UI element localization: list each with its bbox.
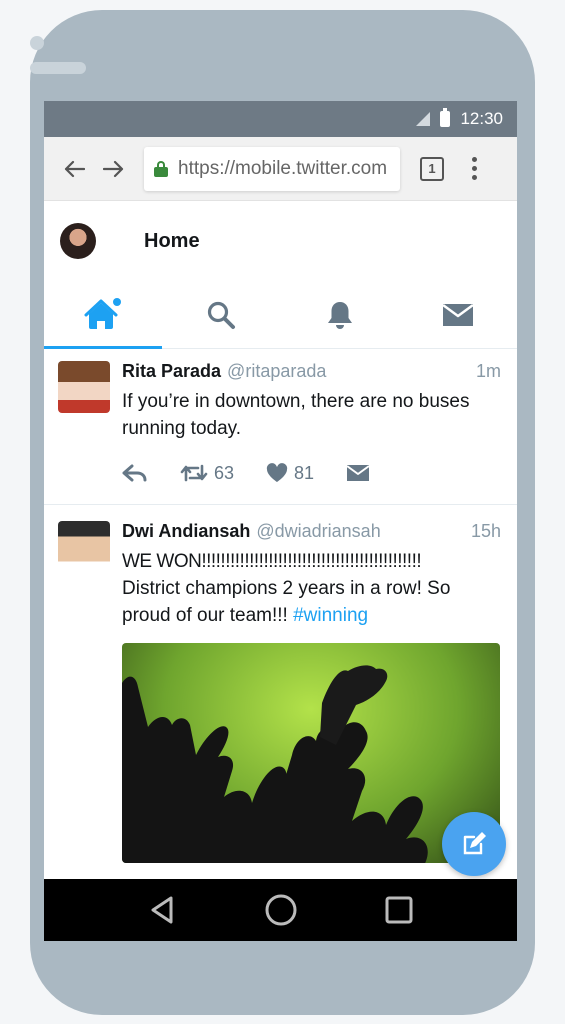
tweet-actions: 63 81 <box>122 442 501 504</box>
tab-bar <box>44 281 517 349</box>
tweet-body: Dwi Andiansah @dwiadriansah 15h WE WON!!… <box>122 521 501 863</box>
envelope-icon <box>346 465 370 481</box>
tweet-item[interactable]: Dwi Andiansah @dwiadriansah 15h WE WON!!… <box>44 505 517 863</box>
author-handle[interactable]: @dwiadriansah <box>256 521 380 542</box>
app-header: Home <box>44 201 517 281</box>
tweet-text: WE WON!!!!!!!!!!!!!!!!!!!!!!!!!!!!!!!!!!… <box>122 548 501 629</box>
like-count: 81 <box>294 462 315 483</box>
signal-icon <box>416 112 431 126</box>
tab-search[interactable] <box>162 281 280 348</box>
browser-toolbar: https://mobile.twitter.com 1 <box>44 137 517 201</box>
retweet-count: 63 <box>214 462 235 483</box>
retweet-icon <box>180 464 208 482</box>
tweet-text-line: WE WON!!!!!!!!!!!!!!!!!!!!!!!!!!!!!!!!!!… <box>122 551 422 572</box>
compose-icon <box>463 832 486 855</box>
crowd-silhouette-image <box>122 665 440 863</box>
tweet-time: 1m <box>475 361 501 381</box>
compose-tweet-button[interactable] <box>442 812 506 876</box>
page-title: Home <box>144 229 200 252</box>
avatar[interactable] <box>58 361 110 413</box>
author-handle[interactable]: @ritaparada <box>227 361 326 382</box>
lock-icon <box>154 160 168 177</box>
tweet-header: Rita Parada @ritaparada 1m <box>122 361 501 382</box>
back-triangle-icon[interactable] <box>147 894 179 926</box>
url-text: https://mobile.twitter.com <box>178 157 388 179</box>
avatar[interactable] <box>58 521 110 573</box>
back-button[interactable] <box>54 149 94 189</box>
bell-icon <box>327 301 352 329</box>
arrow-right-icon <box>103 160 124 177</box>
tweet-item[interactable]: Rita Parada @ritaparada 1m If you’re in … <box>44 349 517 505</box>
profile-avatar[interactable] <box>60 223 96 259</box>
heart-icon <box>266 463 288 482</box>
tweet-body: Rita Parada @ritaparada 1m If you’re in … <box>122 361 501 504</box>
reply-button[interactable] <box>122 463 148 483</box>
envelope-icon <box>442 303 474 326</box>
speaker-grille <box>30 62 86 74</box>
camera-dot <box>30 36 44 50</box>
phone-frame: 12:30 https://mobile.twitter.com 1 Home … <box>30 10 535 1015</box>
tweet-text: If you’re in downtown, there are no buse… <box>122 391 470 439</box>
tweet-media-image[interactable] <box>122 643 500 863</box>
arrow-left-icon <box>64 160 85 177</box>
more-menu-icon[interactable] <box>464 157 484 180</box>
author-name[interactable]: Dwi Andiansah <box>122 521 250 542</box>
like-button[interactable]: 81 <box>266 463 314 484</box>
tweet-header: Dwi Andiansah @dwiadriansah 15h <box>122 521 501 542</box>
status-bar: 12:30 <box>44 101 517 137</box>
tab-home[interactable] <box>44 281 163 349</box>
home-icon <box>84 297 122 329</box>
status-time: 12:30 <box>460 109 503 128</box>
search-icon <box>208 301 236 329</box>
home-circle-icon[interactable] <box>264 893 298 927</box>
tab-notifications[interactable] <box>281 281 399 348</box>
phone-screen: 12:30 https://mobile.twitter.com 1 Home … <box>44 101 517 941</box>
recents-square-icon[interactable] <box>383 894 415 926</box>
hashtag-link[interactable]: #winning <box>293 605 368 626</box>
battery-icon <box>440 108 451 127</box>
address-bar[interactable]: https://mobile.twitter.com <box>144 146 400 191</box>
author-name[interactable]: Rita Parada <box>122 361 221 382</box>
direct-message-button[interactable] <box>346 464 370 482</box>
android-nav-bar <box>44 879 517 941</box>
tweet-time: 15h <box>470 521 501 541</box>
retweet-button[interactable]: 63 <box>180 463 234 484</box>
tweet-text-line: District champions 2 years in a row! So … <box>122 578 451 626</box>
forward-button[interactable] <box>94 149 134 189</box>
tab-messages[interactable] <box>399 281 517 348</box>
tab-switcher-button[interactable]: 1 <box>420 156 444 181</box>
reply-icon <box>122 464 147 482</box>
